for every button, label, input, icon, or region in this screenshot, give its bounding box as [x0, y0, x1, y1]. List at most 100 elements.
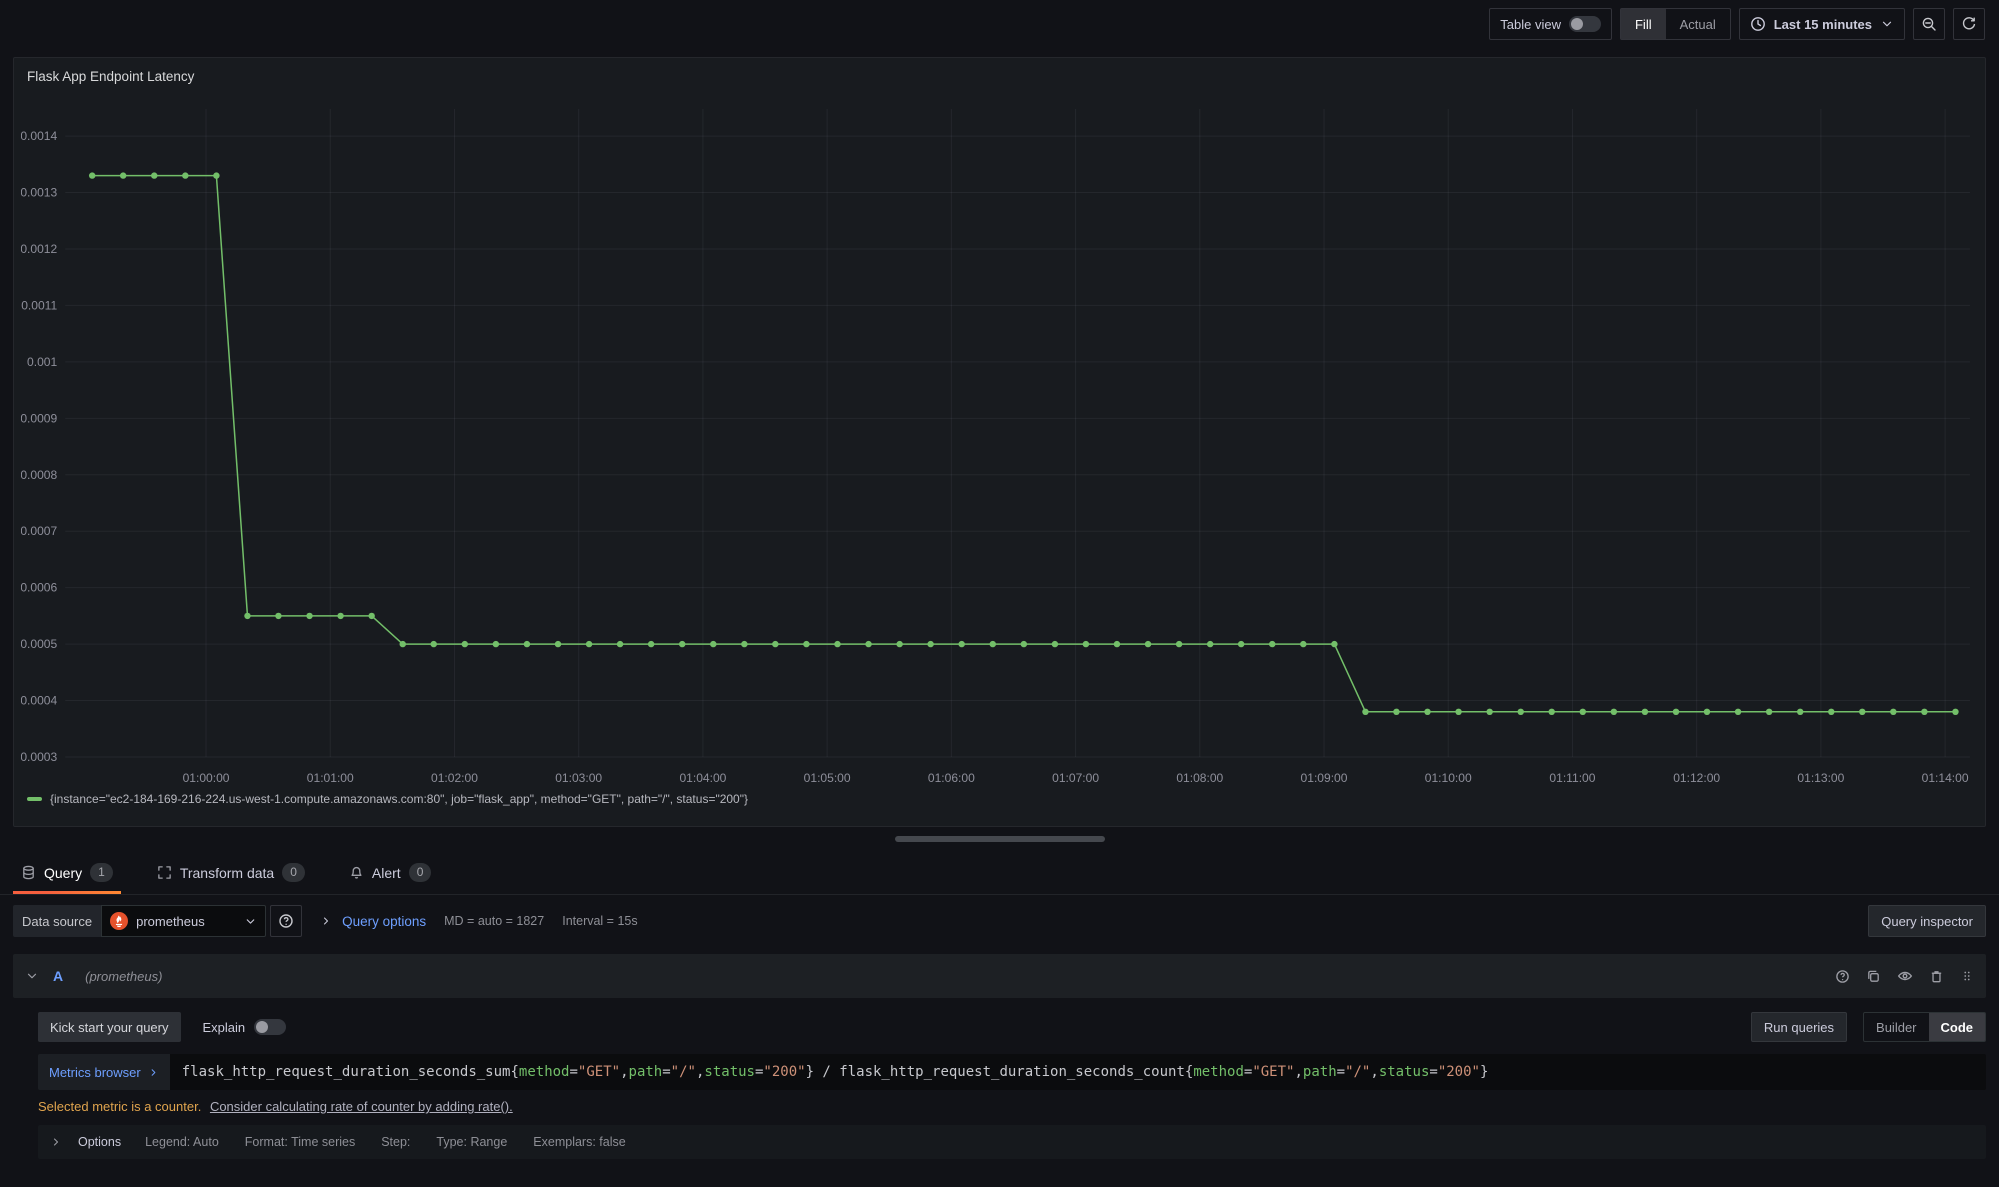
- editor-mode-group: Builder Code: [1863, 1012, 1986, 1042]
- zoom-out-icon: [1921, 16, 1937, 32]
- metrics-browser-button[interactable]: Metrics browser: [38, 1054, 170, 1090]
- kick-start-query-button[interactable]: Kick start your query: [38, 1012, 181, 1042]
- svg-text:01:07:00: 01:07:00: [1052, 771, 1099, 785]
- run-queries-button[interactable]: Run queries: [1751, 1012, 1847, 1042]
- query-token: ,: [696, 1064, 704, 1080]
- tab-alert-label: Alert: [372, 865, 401, 881]
- tab-alert[interactable]: Alert 0: [341, 851, 439, 894]
- svg-text:01:10:00: 01:10:00: [1425, 771, 1472, 785]
- trash-icon[interactable]: [1929, 969, 1944, 984]
- svg-text:01:05:00: 01:05:00: [804, 771, 851, 785]
- collapse-chevron-icon[interactable]: [25, 969, 39, 983]
- svg-text:01:11:00: 01:11:00: [1549, 771, 1595, 785]
- bell-icon: [349, 865, 364, 880]
- code-mode-option[interactable]: Code: [1929, 1013, 1986, 1041]
- query-token: status: [1379, 1064, 1430, 1080]
- query-token: ,: [1370, 1064, 1378, 1080]
- query-options-toggle[interactable]: Query options: [320, 914, 426, 929]
- counter-warning: Selected metric is a counter. Consider c…: [38, 1099, 1986, 1114]
- datasource-value: prometheus: [136, 914, 236, 929]
- svg-text:01:09:00: 01:09:00: [1301, 771, 1348, 785]
- table-view-group: Table view: [1489, 8, 1612, 40]
- tab-alert-count: 0: [409, 863, 432, 882]
- legend-series-label[interactable]: {instance="ec2-184-169-216-224.us-west-1…: [50, 792, 748, 806]
- svg-text:01:00:00: 01:00:00: [183, 771, 230, 785]
- warning-text: Selected metric is a counter.: [38, 1099, 201, 1114]
- tab-transform-data[interactable]: Transform data 0: [149, 851, 313, 894]
- svg-text:01:04:00: 01:04:00: [679, 771, 726, 785]
- query-token: ,: [1294, 1064, 1302, 1080]
- query-ref-id[interactable]: A: [53, 968, 63, 984]
- tab-query-count: 1: [90, 863, 113, 882]
- query-token: =: [662, 1064, 670, 1080]
- svg-text:0.0012: 0.0012: [21, 242, 58, 256]
- refresh-icon: [1961, 16, 1977, 32]
- datasource-help-button[interactable]: [270, 905, 302, 937]
- refresh-button[interactable]: [1953, 8, 1985, 40]
- timeseries-panel: Flask App Endpoint Latency 0.00140.00130…: [13, 57, 1986, 827]
- database-icon: [21, 865, 36, 880]
- svg-text:01:06:00: 01:06:00: [928, 771, 975, 785]
- options-label: Options: [78, 1135, 121, 1149]
- tab-query[interactable]: Query 1: [13, 851, 121, 894]
- drag-handle-icon[interactable]: [1960, 969, 1974, 983]
- query-token: "200": [763, 1064, 805, 1080]
- table-view-toggle[interactable]: [1569, 16, 1601, 32]
- promql-query-input[interactable]: flask_http_request_duration_seconds_sum{…: [170, 1054, 1986, 1090]
- datasource-label: Data source: [13, 905, 101, 937]
- query-token: status: [704, 1064, 755, 1080]
- query-token: =: [1337, 1064, 1345, 1080]
- query-inspector-button[interactable]: Query inspector: [1868, 905, 1986, 937]
- actual-option[interactable]: Actual: [1666, 9, 1730, 39]
- query-token: flask_http_request_duration_seconds_sum{: [182, 1064, 519, 1080]
- svg-text:01:12:00: 01:12:00: [1673, 771, 1720, 785]
- builder-mode-option[interactable]: Builder: [1864, 1013, 1928, 1041]
- query-token: method: [519, 1064, 570, 1080]
- time-range-picker[interactable]: Last 15 minutes: [1739, 8, 1905, 40]
- warning-rate-link[interactable]: Consider calculating rate of counter by …: [210, 1099, 513, 1114]
- table-view-label: Table view: [1500, 17, 1561, 32]
- svg-text:0.0005: 0.0005: [21, 637, 58, 651]
- options-expand-icon[interactable]: [50, 1136, 62, 1148]
- help-circle-icon: [278, 913, 294, 929]
- query-options-label: Query options: [342, 914, 426, 929]
- explain-toggle[interactable]: [254, 1019, 286, 1035]
- explain-group: Explain: [203, 1019, 287, 1035]
- query-token: }: [1480, 1064, 1488, 1080]
- help-circle-icon[interactable]: [1835, 969, 1850, 984]
- latency-chart[interactable]: 0.00140.00130.00120.00110.0010.00090.000…: [21, 94, 1978, 796]
- panel-resize-zone: [0, 827, 1999, 851]
- query-token: "GET": [1252, 1064, 1294, 1080]
- fill-option[interactable]: Fill: [1621, 9, 1666, 39]
- svg-text:01:03:00: 01:03:00: [555, 771, 602, 785]
- zoom-out-button[interactable]: [1913, 8, 1945, 40]
- svg-text:01:08:00: 01:08:00: [1176, 771, 1223, 785]
- datasource-select[interactable]: prometheus: [101, 905, 266, 937]
- time-range-label: Last 15 minutes: [1774, 17, 1872, 32]
- option-summary-item: Legend: Auto: [145, 1135, 219, 1149]
- editor-tabs: Query 1 Transform data 0 Alert 0: [0, 851, 1999, 895]
- legend-series-mark: [27, 797, 42, 801]
- clock-icon: [1750, 16, 1766, 32]
- svg-text:01:13:00: 01:13:00: [1797, 771, 1844, 785]
- chevron-down-icon: [1880, 17, 1894, 31]
- option-summary-item: Type: Range: [436, 1135, 507, 1149]
- query-token: "/": [671, 1064, 696, 1080]
- query-token: method: [1193, 1064, 1244, 1080]
- duplicate-icon[interactable]: [1866, 969, 1881, 984]
- query-token: =: [1244, 1064, 1252, 1080]
- datasource-row: Data source prometheus Query options MD …: [0, 905, 1999, 937]
- query-options-summary-row: Options Legend: AutoFormat: Time seriesS…: [38, 1125, 1986, 1159]
- eye-icon[interactable]: [1897, 968, 1913, 984]
- svg-text:0.0006: 0.0006: [21, 581, 58, 595]
- query-token: =: [1429, 1064, 1437, 1080]
- query-datasource-hint: (prometheus): [85, 969, 162, 984]
- option-summary-item: Step:: [381, 1135, 410, 1149]
- fill-actual-group: Fill Actual: [1620, 8, 1731, 40]
- query-token: =: [569, 1064, 577, 1080]
- panel-resize-handle[interactable]: [895, 836, 1105, 842]
- chart-legend: {instance="ec2-184-169-216-224.us-west-1…: [14, 792, 1985, 806]
- query-token: path: [629, 1064, 663, 1080]
- svg-text:0.001: 0.001: [27, 355, 57, 369]
- query-row-header: A (prometheus): [13, 954, 1986, 998]
